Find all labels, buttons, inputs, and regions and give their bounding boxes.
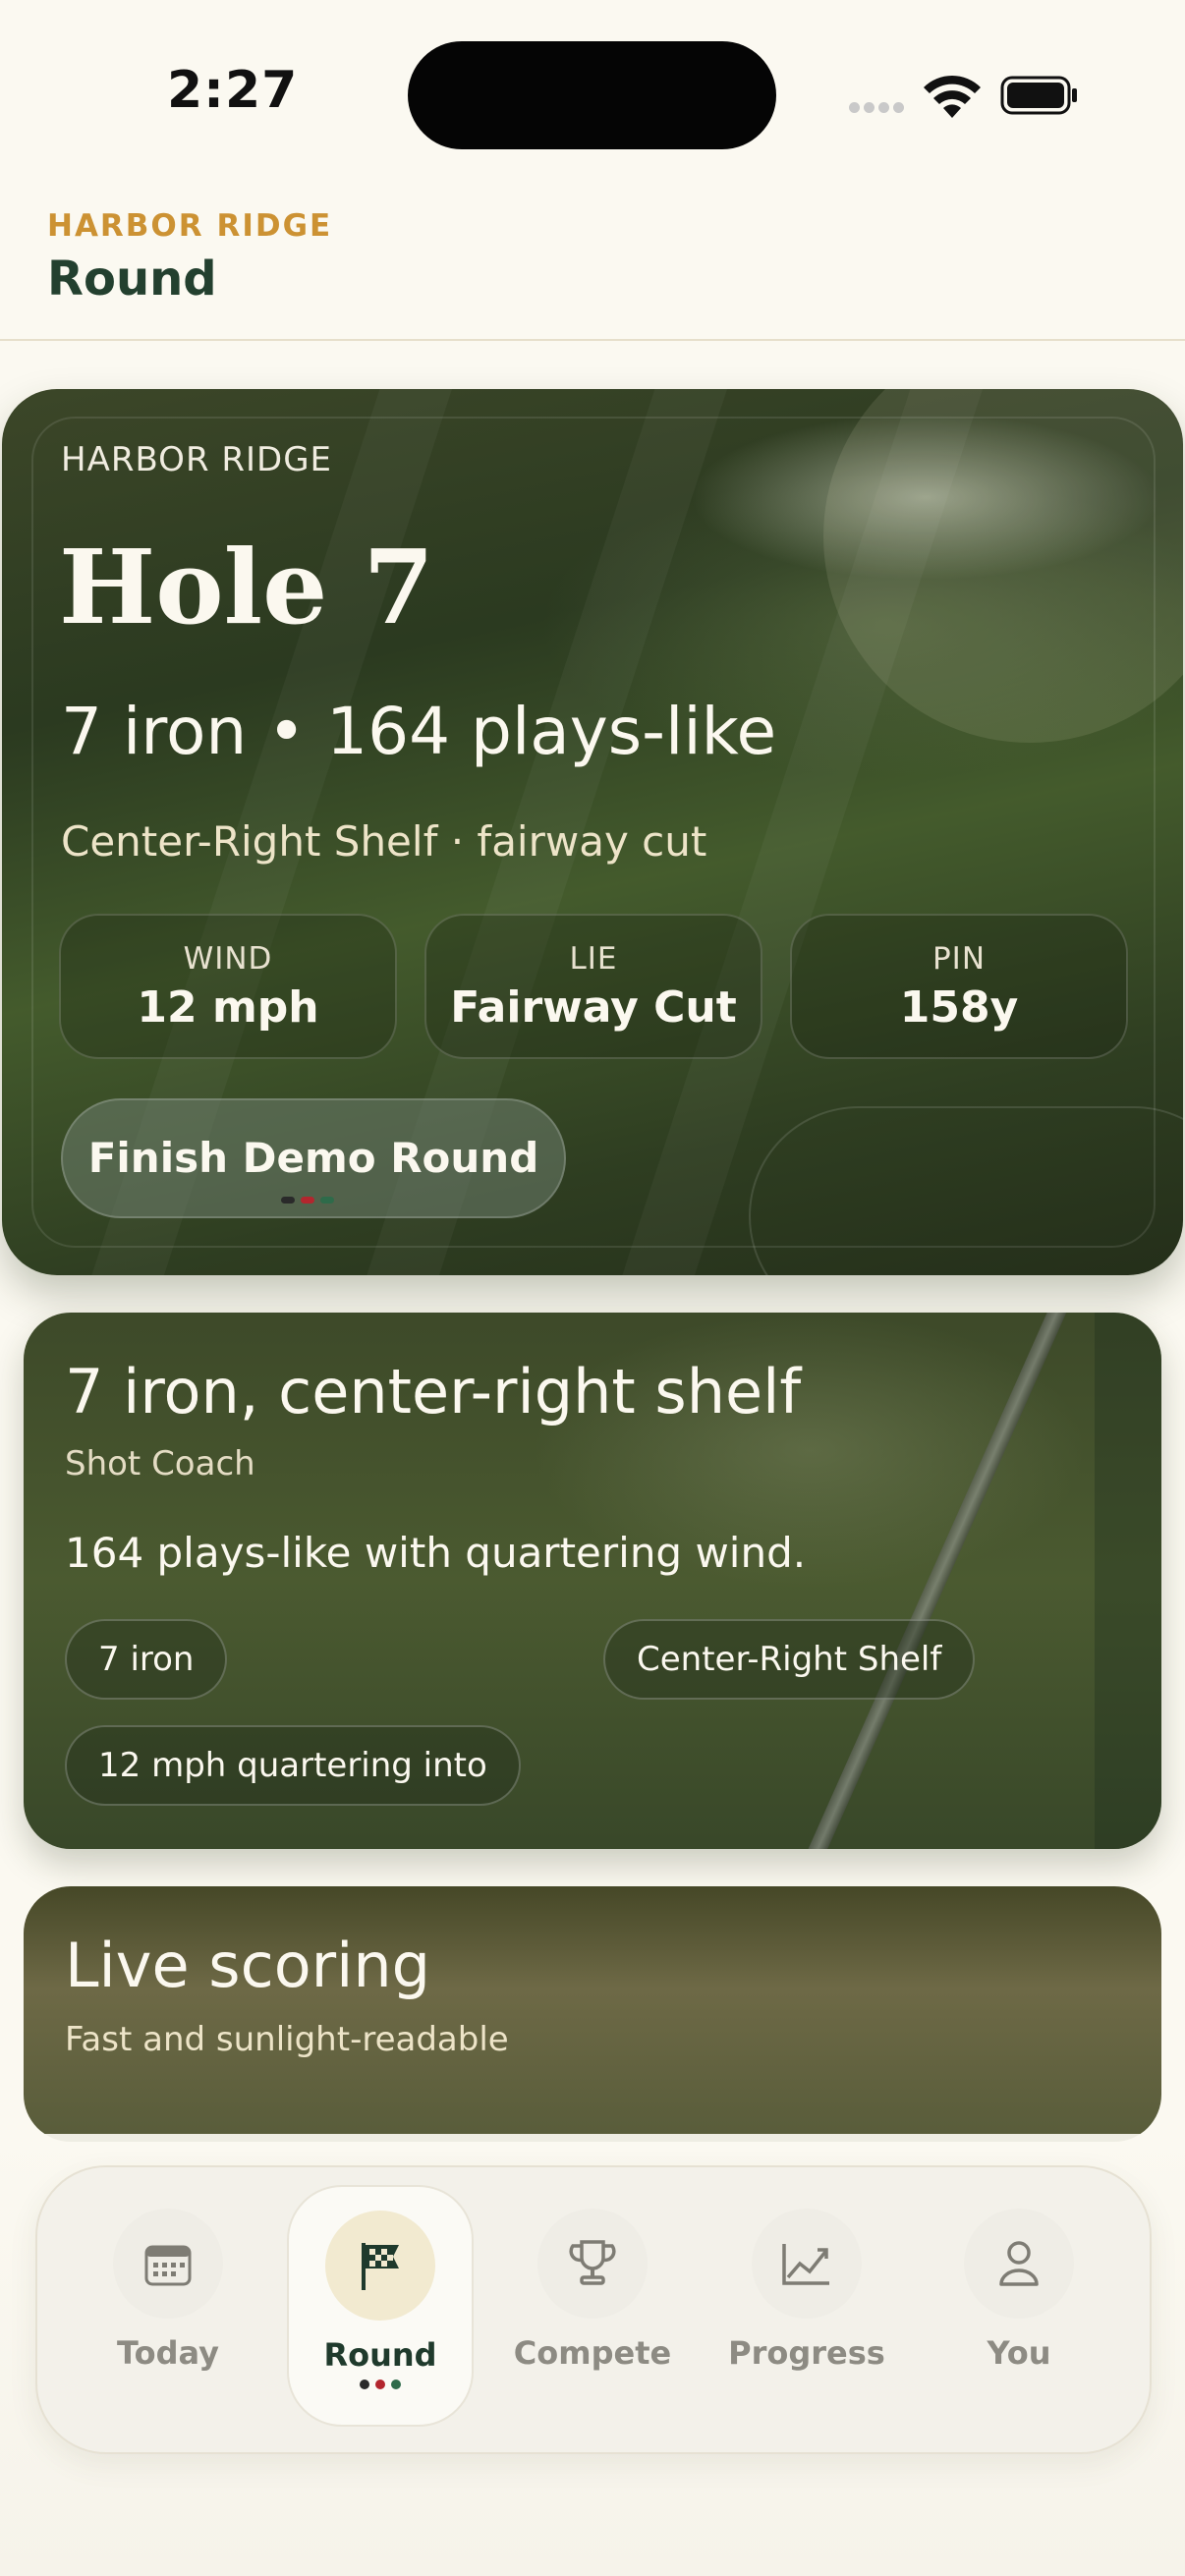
brand-dots: [281, 1197, 334, 1204]
tab-today[interactable]: Today: [75, 2185, 261, 2431]
tab-label: Round: [323, 2336, 437, 2374]
checkered-flag-icon: [325, 2211, 435, 2321]
hole-hero-card: HARBOR RIDGE Hole 7 7 iron • 164 plays-l…: [2, 389, 1183, 1275]
tab-label: Today: [117, 2334, 219, 2372]
wind-chip: 12 mph quartering into: [65, 1725, 521, 1806]
stat-value: 158y: [899, 982, 1019, 1033]
trophy-icon: [537, 2209, 648, 2319]
club-chip: 7 iron: [65, 1619, 228, 1700]
tab-label: Progress: [728, 2334, 885, 2372]
status-time: 2:27: [167, 61, 299, 120]
wind-stat: WIND 12 mph: [59, 914, 397, 1059]
club-recommendation: 7 iron • 164 plays-like: [61, 694, 777, 769]
shot-coach-card[interactable]: 7 iron, center-right shelf Shot Coach 16…: [24, 1313, 1161, 1849]
coach-body: 164 plays-like with quartering wind.: [65, 1529, 807, 1577]
cellular-signal-icon: [849, 102, 906, 118]
stat-label: WIND: [183, 941, 273, 977]
target-chip: Center-Right Shelf: [603, 1619, 976, 1700]
decor-panel: [1095, 1313, 1161, 1849]
coach-title: 7 iron, center-right shelf: [65, 1356, 802, 1428]
live-scoring-card[interactable]: Live scoring Fast and sunlight-readable: [24, 1886, 1161, 2142]
stat-value: 12 mph: [137, 982, 319, 1033]
golf-club-image: [764, 1313, 1069, 1849]
tab-you[interactable]: You: [926, 2185, 1112, 2431]
calendar-icon: [113, 2209, 223, 2319]
tab-round[interactable]: Round: [287, 2185, 474, 2427]
tab-bar: Today Round Compete Progress You: [35, 2165, 1152, 2454]
tab-compete[interactable]: Compete: [499, 2185, 686, 2431]
status-bar: 2:27: [0, 0, 1185, 187]
pin-stat: PIN 158y: [790, 914, 1128, 1059]
stat-label: LIE: [569, 941, 618, 977]
active-tab-dots: [289, 2380, 472, 2389]
page-title: Round: [47, 252, 217, 307]
live-scoring-subtitle: Fast and sunlight-readable: [65, 2020, 509, 2059]
course-eyebrow: HARBOR RIDGE: [47, 208, 333, 244]
dynamic-island: [408, 41, 776, 149]
tab-label: Compete: [513, 2334, 672, 2372]
live-scoring-title: Live scoring: [65, 1930, 430, 2001]
hero-course-name: HARBOR RIDGE: [61, 440, 333, 479]
person-icon: [964, 2209, 1074, 2319]
tab-progress[interactable]: Progress: [713, 2185, 900, 2431]
page-header: HARBOR RIDGE Round: [0, 187, 1185, 341]
hole-title: Hole 7: [59, 527, 434, 647]
stat-value: Fairway Cut: [450, 982, 737, 1033]
coach-subtitle: Shot Coach: [65, 1444, 255, 1484]
chart-icon: [752, 2209, 862, 2319]
wifi-icon: [924, 75, 981, 118]
tab-label: You: [987, 2334, 1051, 2372]
lie-stat: LIE Fairway Cut: [424, 914, 762, 1059]
battery-icon: [1000, 76, 1077, 115]
stat-label: PIN: [931, 941, 987, 977]
target-line: Center-Right Shelf · fairway cut: [61, 817, 707, 866]
